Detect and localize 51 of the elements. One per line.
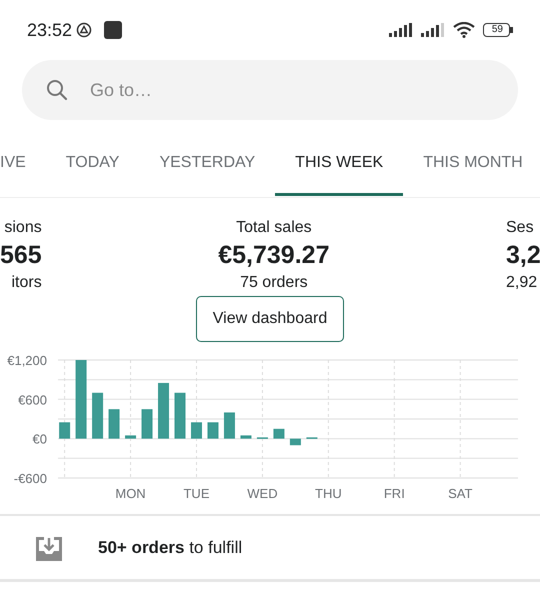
period-tab[interactable]: THIS WEEK (275, 132, 404, 196)
metric-value: €5,739.27 (218, 240, 330, 271)
signal-icon (420, 23, 445, 37)
sales-bar (59, 422, 70, 439)
axis-label: TUE (184, 486, 210, 501)
metric-value: 565 (0, 240, 42, 271)
search-bar[interactable]: Go to… (22, 60, 518, 120)
view-dashboard-button[interactable]: View dashboard (196, 296, 344, 342)
axis-label: SAT (448, 486, 472, 501)
sales-bar (158, 382, 170, 439)
axis-label: FRI (384, 486, 405, 501)
battery-tip-icon (510, 27, 513, 33)
axis-label: €0 (32, 432, 47, 447)
task-row[interactable]: 50+ orders to fulfill (0, 514, 540, 582)
metric-detail: 2,92 (506, 273, 538, 294)
axis-label: -€600 (14, 471, 47, 486)
sales-bar (240, 435, 252, 439)
sales-bar (125, 435, 136, 439)
axis-label: €1,200 (7, 353, 47, 368)
sales-bar (92, 392, 104, 439)
search-field[interactable]: Go to… (88, 76, 518, 104)
sales-bar (273, 428, 284, 439)
notification-icon (104, 21, 122, 39)
sales-bar (191, 422, 202, 439)
search-icon (46, 79, 68, 101)
period-tab[interactable]: THIS MONTH (403, 132, 540, 196)
metric-title: sions (4, 218, 42, 238)
status-time: 23:52 (27, 18, 72, 42)
inbox-download-icon (36, 534, 62, 560)
sales-bar (290, 438, 301, 446)
battery-level: 59 (482, 23, 510, 37)
sales-bar (207, 422, 218, 439)
axis-label: THU (315, 486, 342, 501)
sales-bar (174, 392, 186, 439)
axis-label: WED (247, 486, 278, 501)
orders-to-fulfill-text: 50+ orders to fulfill (98, 536, 242, 559)
sales-bar (142, 409, 153, 439)
axis-label: MON (115, 486, 146, 501)
period-tab[interactable]: YESTERDAY (139, 132, 276, 196)
signal-icon (388, 23, 413, 37)
wifi-icon (452, 22, 475, 38)
sales-bar (108, 409, 120, 439)
metric-detail: itors (11, 273, 42, 294)
metric-title: Ses (506, 218, 534, 238)
metric-detail: 75 orders (240, 273, 308, 294)
period-tab[interactable]: IVE (0, 132, 46, 196)
metric-title: Total sales (236, 218, 312, 238)
axis-label: €600 (18, 392, 47, 408)
metric-value: 3,2 (506, 240, 540, 271)
period-tab[interactable]: TODAY (46, 132, 140, 196)
sales-bar (224, 412, 235, 439)
